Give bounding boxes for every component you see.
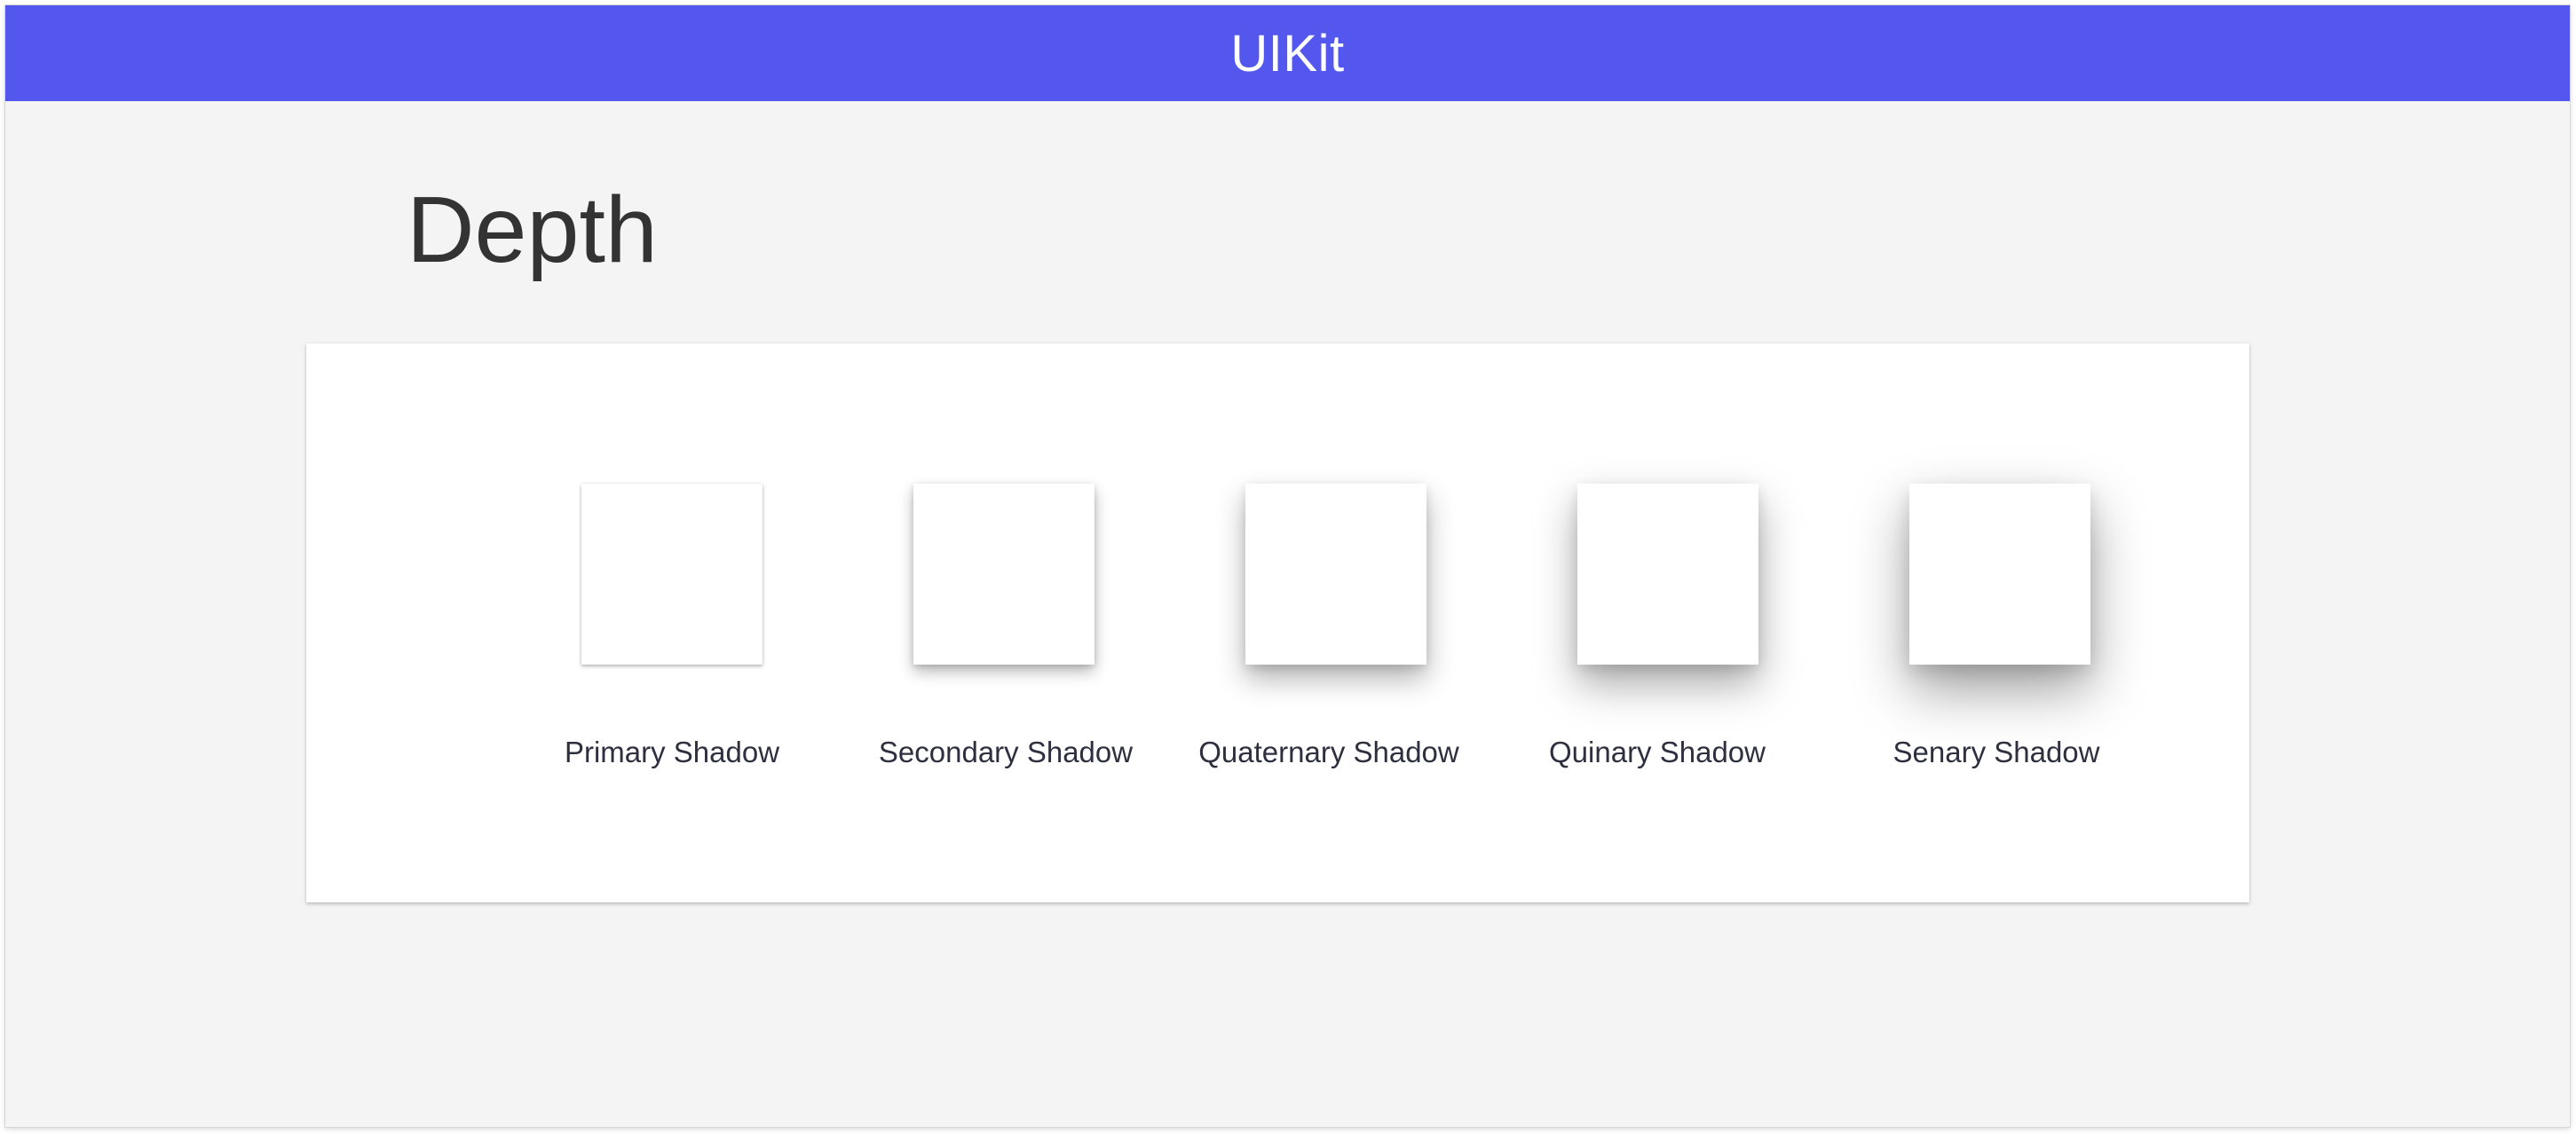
- secondary-shadow-box: [913, 484, 1094, 665]
- app-header: UIKit: [5, 5, 2570, 101]
- primary-shadow-label: Primary Shadow: [564, 736, 780, 768]
- quaternary-shadow-label: Quaternary Shadow: [1198, 736, 1459, 768]
- senary-shadow-box: [1909, 484, 2090, 665]
- page-title: Depth: [407, 177, 658, 282]
- app-window: UIKit Depth Primary Shadow Secondary Sha…: [5, 5, 2570, 1127]
- quaternary-shadow-box: [1245, 484, 1426, 665]
- senary-shadow-label: Senary Shadow: [1892, 736, 2100, 768]
- secondary-shadow-label: Secondary Shadow: [878, 736, 1134, 768]
- app-title: UIKit: [1230, 24, 1345, 83]
- quinary-shadow-box: [1577, 484, 1758, 665]
- primary-shadow-box: [581, 484, 763, 665]
- depth-card: Primary Shadow Secondary Shadow Quaterna…: [306, 343, 2249, 902]
- quinary-shadow-label: Quinary Shadow: [1549, 736, 1766, 768]
